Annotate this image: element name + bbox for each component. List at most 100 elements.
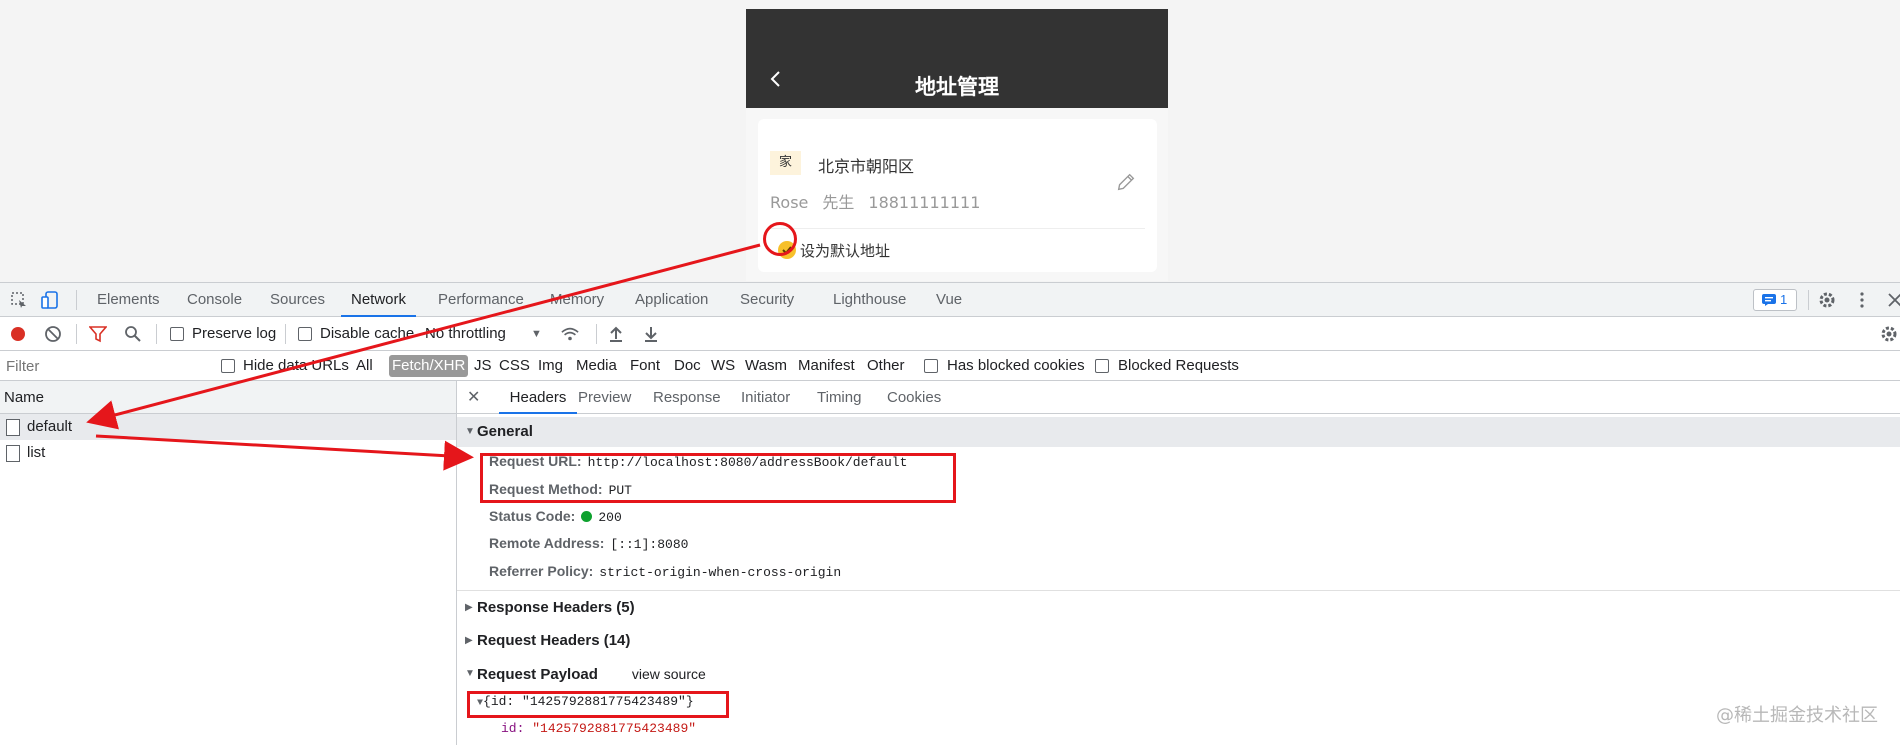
device-toolbar-icon[interactable] <box>41 291 59 309</box>
filter-type-media[interactable]: Media <box>576 351 617 381</box>
filter-type-other[interactable]: Other <box>867 351 905 381</box>
divider <box>76 324 77 344</box>
address-contact: Rose 先生 18811111111 <box>770 189 994 213</box>
blocked-requests-checkbox[interactable] <box>1095 359 1109 373</box>
close-detail-icon[interactable]: ✕ <box>467 387 480 407</box>
blocked-requests-label: Blocked Requests <box>1118 357 1239 374</box>
status-code-value: 200 <box>598 510 622 525</box>
status-code-label: Status Code: <box>489 508 576 524</box>
filter-type-img[interactable]: Img <box>538 351 563 381</box>
payload-id-value: "1425792881775423489" <box>532 721 697 736</box>
name-column-header[interactable]: Name <box>0 381 456 414</box>
set-default-label[interactable]: 设为默认地址 <box>800 240 890 261</box>
hide-data-urls-checkbox[interactable] <box>221 359 235 373</box>
tab-cookies[interactable]: Cookies <box>887 381 941 414</box>
settings-gear-icon[interactable] <box>1818 291 1836 309</box>
tab-lighthouse[interactable]: Lighthouse <box>833 283 906 317</box>
inspect-element-icon[interactable] <box>10 291 28 309</box>
view-source-link[interactable]: view source <box>632 666 706 682</box>
expand-down-icon: ▼ <box>465 668 475 679</box>
general-section-header[interactable]: ▼ General <box>457 417 1900 447</box>
tab-memory[interactable]: Memory <box>550 283 604 317</box>
address-detail: 北京市朝阳区 <box>818 157 915 176</box>
tab-sources[interactable]: Sources <box>270 283 325 317</box>
filter-type-all[interactable]: All <box>356 351 373 381</box>
filter-type-doc[interactable]: Doc <box>674 351 701 381</box>
tab-performance[interactable]: Performance <box>438 283 524 317</box>
divider <box>1808 290 1809 310</box>
file-icon <box>6 445 20 462</box>
file-icon <box>6 419 20 436</box>
referrer-policy-value: strict-origin-when-cross-origin <box>599 565 842 580</box>
tab-vue[interactable]: Vue <box>936 283 962 317</box>
tab-application[interactable]: Application <box>635 283 708 317</box>
network-toolbar: Preserve log Disable cache No throttling… <box>0 317 1900 351</box>
filter-input[interactable] <box>0 353 208 379</box>
filter-type-js[interactable]: JS <box>474 351 492 381</box>
general-title: General <box>477 423 533 440</box>
divider <box>76 290 77 310</box>
filter-bar: Hide data URLs All Fetch/XHRJSCSS Img Media… <box>0 351 1900 381</box>
upload-icon[interactable] <box>607 325 625 343</box>
hide-data-urls-label: Hide data URLs <box>243 357 349 374</box>
close-devtools-icon[interactable] <box>1886 291 1900 309</box>
divider <box>596 324 597 344</box>
more-options-icon[interactable] <box>1853 291 1871 309</box>
tab-timing[interactable]: Timing <box>817 381 861 414</box>
network-settings-gear-icon[interactable] <box>1880 325 1898 343</box>
referrer-policy-row: Referrer Policy: strict-origin-when-cross… <box>489 563 841 580</box>
filter-type-font[interactable]: Font <box>630 351 660 381</box>
highlight-circle-default-check <box>763 222 797 256</box>
has-blocked-cookies-checkbox[interactable] <box>924 359 938 373</box>
request-name: default <box>27 418 73 435</box>
status-code-row: Status Code: 200 <box>489 508 622 525</box>
mobile-preview: 地址管理 家 北京市朝阳区 Rose 先生 18811111111 设为默认地址 <box>746 9 1168 281</box>
clear-icon[interactable] <box>44 325 62 343</box>
filter-type-ws[interactable]: WS <box>711 351 735 381</box>
request-row-default[interactable]: default <box>0 414 456 440</box>
tab-headers[interactable]: Headers <box>499 381 577 414</box>
edit-icon[interactable] <box>1115 171 1137 193</box>
highlight-box-general <box>480 453 956 503</box>
message-icon <box>1762 294 1776 306</box>
mobile-header: 地址管理 <box>746 9 1168 108</box>
search-icon[interactable] <box>124 325 142 343</box>
request-headers-section[interactable]: ▶ Request Headers (14) <box>457 626 1900 656</box>
network-conditions-icon[interactable] <box>561 325 579 343</box>
highlight-box-payload <box>467 691 729 718</box>
disable-cache-checkbox[interactable] <box>298 327 312 341</box>
filter-type-wasm[interactable]: Wasm <box>745 351 787 381</box>
tab-elements[interactable]: Elements <box>97 283 160 317</box>
record-icon[interactable] <box>9 325 27 343</box>
throttling-select[interactable]: No throttling <box>425 317 506 351</box>
response-headers-title: Response Headers (5) <box>477 599 635 616</box>
chevron-down-icon[interactable]: ▼ <box>531 317 542 351</box>
expand-right-icon: ▶ <box>465 602 473 613</box>
tab-response[interactable]: Response <box>653 381 721 414</box>
remote-address-label: Remote Address: <box>489 535 605 551</box>
response-headers-section[interactable]: ▶ Response Headers (5) <box>457 593 1900 623</box>
tab-initiator[interactable]: Initiator <box>741 381 790 414</box>
contact-gender: 先生 <box>822 193 855 212</box>
payload-title: Request Payload <box>477 666 598 683</box>
filter-type-css[interactable]: CSS <box>499 351 530 381</box>
filter-icon[interactable] <box>89 325 107 343</box>
request-payload-section[interactable]: ▼ Request Payload view source <box>457 659 1900 689</box>
address-card[interactable]: 家 北京市朝阳区 Rose 先生 18811111111 设为默认地址 <box>758 119 1157 272</box>
tab-security[interactable]: Security <box>740 283 794 317</box>
page-title: 地址管理 <box>915 75 999 99</box>
tab-preview[interactable]: Preview <box>578 381 631 414</box>
address-tag: 家 <box>770 151 802 175</box>
request-row-list[interactable]: list <box>0 440 456 466</box>
request-headers-title: Request Headers (14) <box>477 632 631 649</box>
issues-badge[interactable]: 1 <box>1753 289 1797 311</box>
tab-network[interactable]: Network <box>341 283 417 317</box>
filter-type-fetch-xhr[interactable]: Fetch/XHR <box>389 355 469 377</box>
tab-console[interactable]: Console <box>187 283 242 317</box>
filter-type-manifest[interactable]: Manifest <box>798 351 855 381</box>
contact-phone: 18811111111 <box>868 193 981 212</box>
preserve-log-checkbox[interactable] <box>170 327 184 341</box>
disable-cache-label: Disable cache <box>320 325 415 342</box>
remote-address-value: [::1]:8080 <box>610 537 689 552</box>
download-icon[interactable] <box>642 325 660 343</box>
